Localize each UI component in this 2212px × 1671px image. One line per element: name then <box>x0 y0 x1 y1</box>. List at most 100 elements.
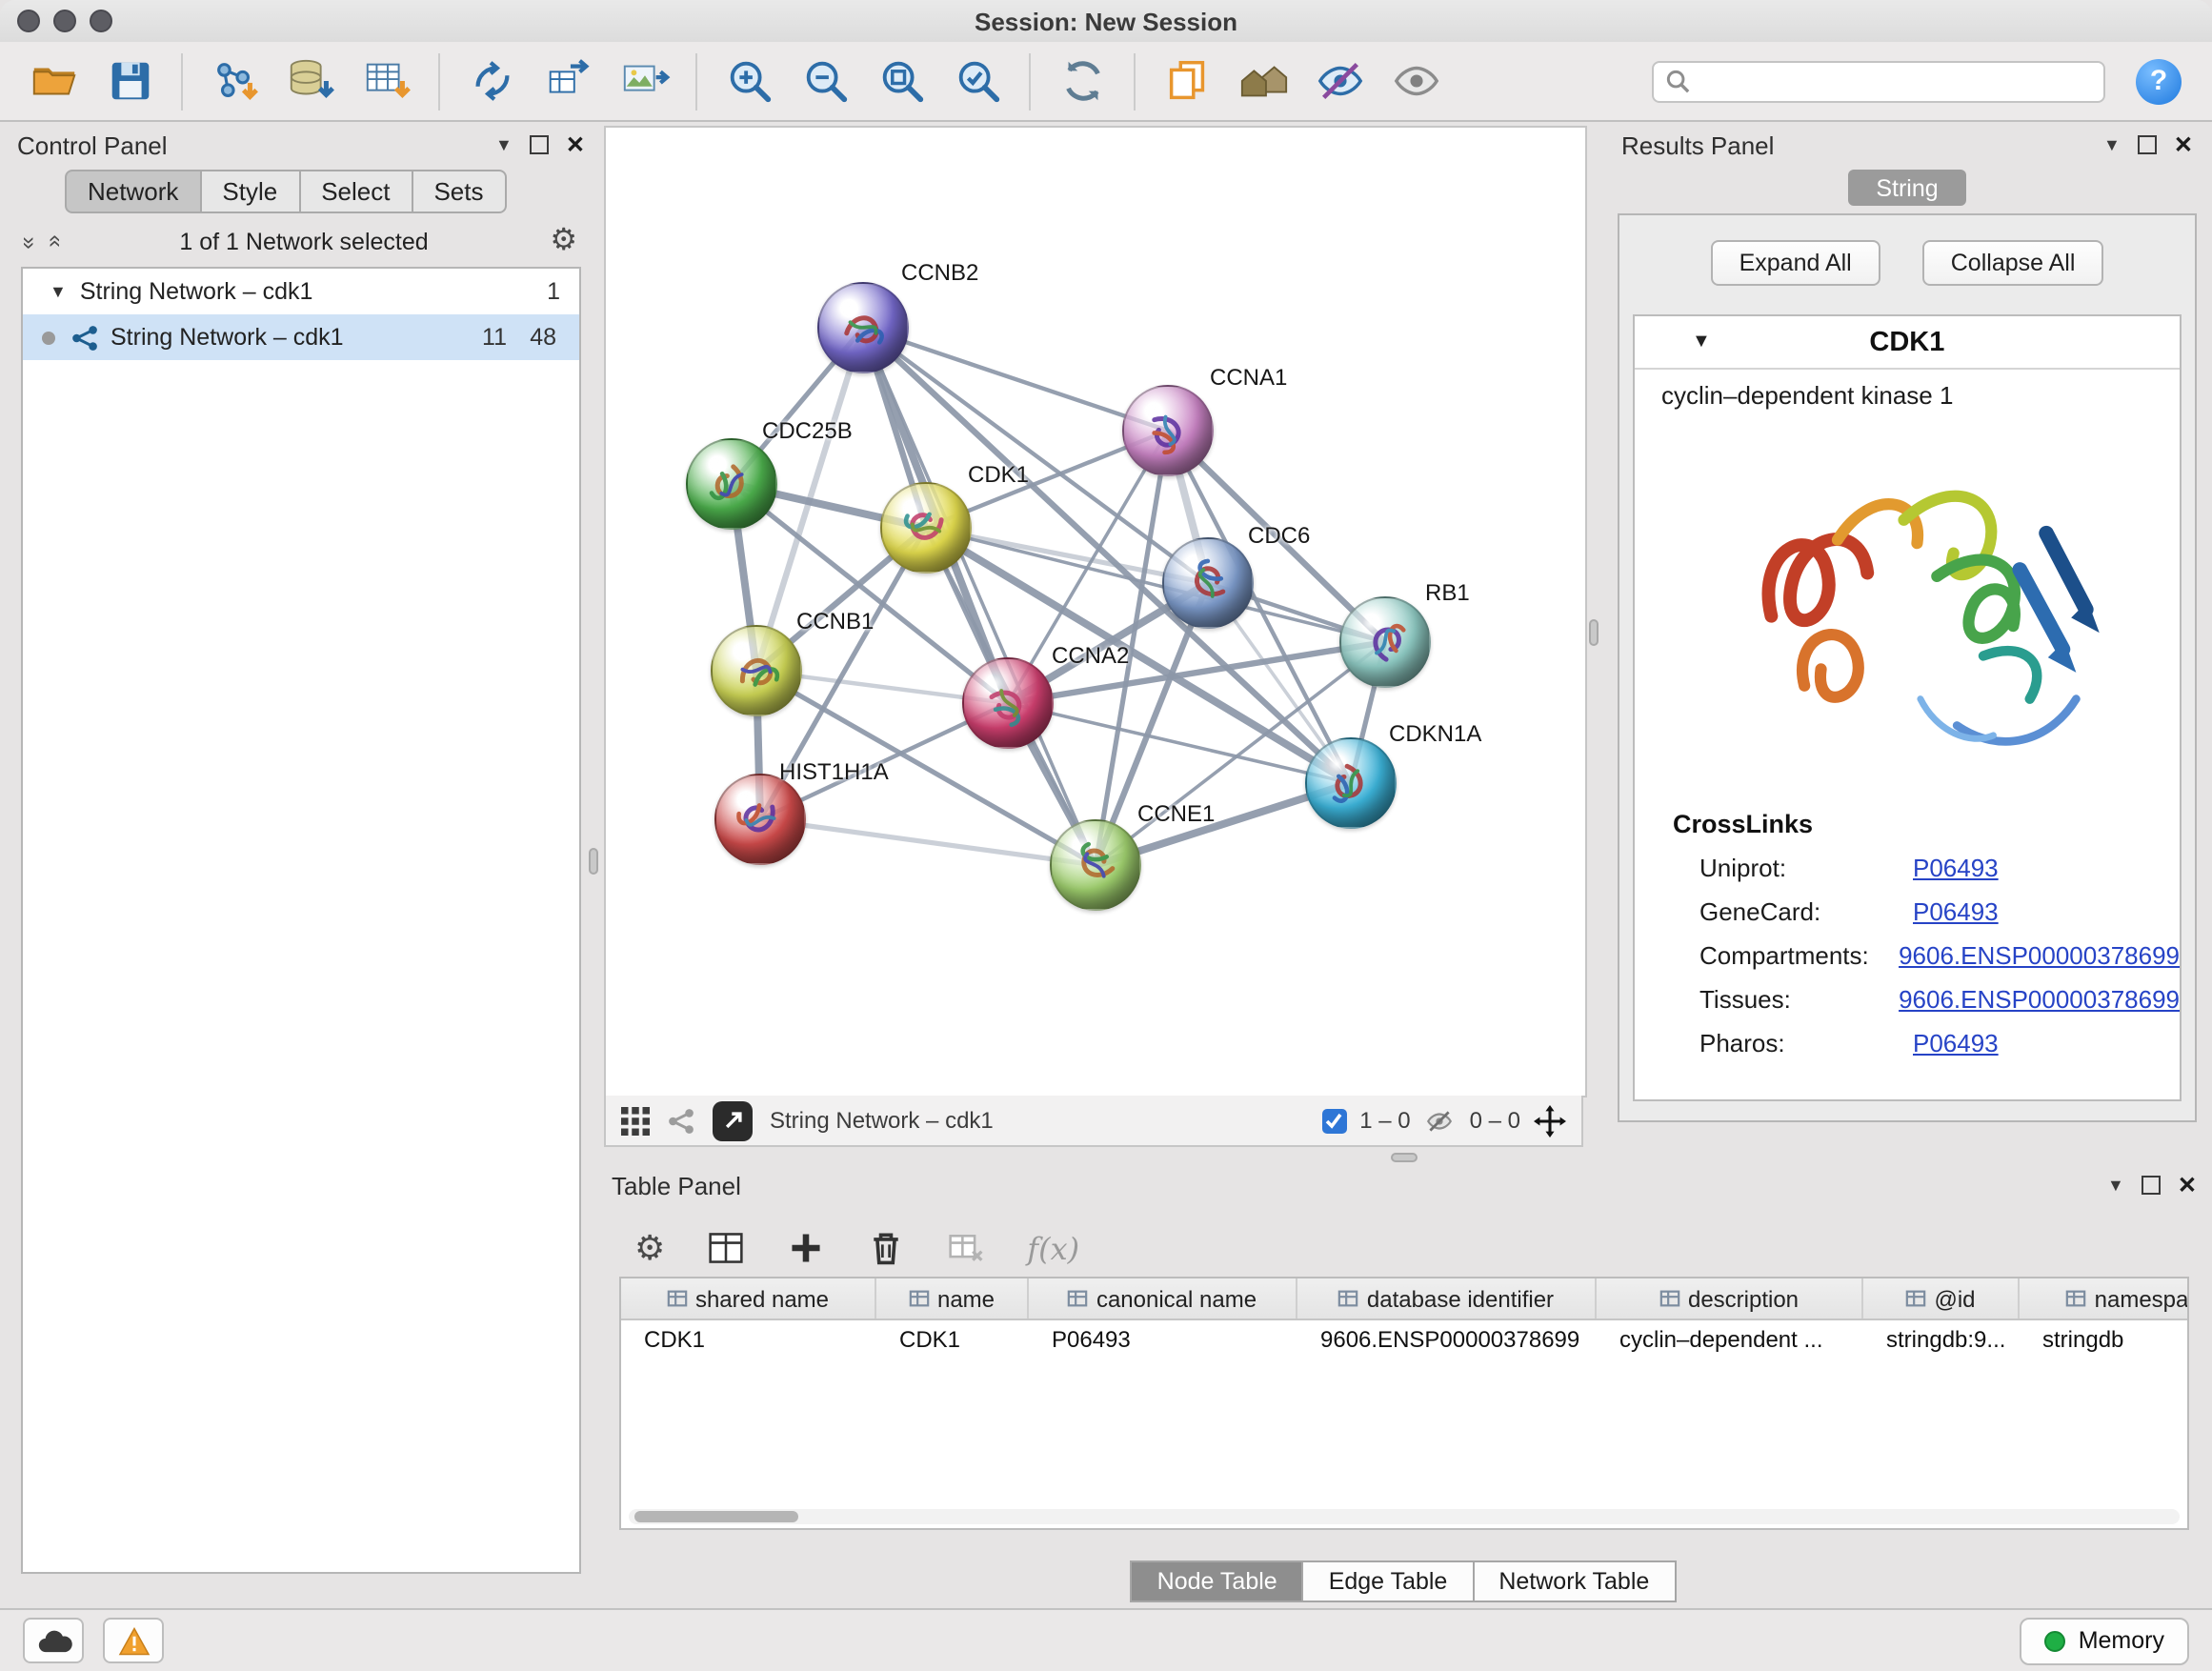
refresh-layout-button[interactable] <box>1048 49 1116 113</box>
minimize-panel-icon[interactable]: ▼ <box>2103 135 2121 154</box>
network-node-hist1h1a[interactable] <box>714 774 806 865</box>
search-input[interactable] <box>1699 66 2092 96</box>
expand-all-networks-icon[interactable]: » <box>39 236 66 247</box>
import-table-from-file-button[interactable] <box>352 49 421 113</box>
network-node-cdkn1a[interactable] <box>1305 737 1397 829</box>
crosslink-link[interactable]: P06493 <box>1913 854 1999 882</box>
column-header-namespac[interactable]: namespac <box>2020 1278 2189 1319</box>
network-node-ccna2[interactable] <box>962 657 1054 749</box>
pan-move-icon[interactable] <box>1534 1104 1566 1137</box>
table-horizontal-scrollbar[interactable] <box>629 1509 2180 1524</box>
network-from-table-button[interactable] <box>533 49 602 113</box>
delete-trash-icon[interactable] <box>867 1229 905 1267</box>
memory-button[interactable]: Memory <box>2020 1617 2189 1664</box>
zoom-out-button[interactable] <box>791 49 859 113</box>
copy-button[interactable] <box>1153 49 1221 113</box>
right-splitter-handle[interactable] <box>1589 619 1599 646</box>
float-panel-icon[interactable] <box>2142 1176 2161 1195</box>
title-bar: Session: New Session <box>0 0 2212 44</box>
add-column-icon[interactable] <box>707 1229 745 1267</box>
network-node-ccna1[interactable] <box>1122 385 1214 476</box>
column-header-database-identifier[interactable]: database identifier <box>1297 1278 1597 1319</box>
network-node-cdc25b[interactable] <box>686 438 777 530</box>
string-results-tab[interactable]: String <box>1848 170 1966 206</box>
tab-select[interactable]: Select <box>298 170 412 213</box>
tab-network-table[interactable]: Network Table <box>1472 1560 1676 1602</box>
crosslink-link[interactable]: P06493 <box>1913 1029 1999 1057</box>
tab-node-table[interactable]: Node Table <box>1131 1560 1304 1602</box>
import-network-from-file-button[interactable] <box>200 49 269 113</box>
tab-edge-table[interactable]: Edge Table <box>1302 1560 1475 1602</box>
expand-all-button[interactable]: Expand All <box>1711 240 1880 286</box>
hide-selected-button[interactable] <box>1305 49 1374 113</box>
export-image-button[interactable] <box>610 49 678 113</box>
close-window-button[interactable] <box>17 10 40 32</box>
network-overview-icon[interactable] <box>667 1106 695 1135</box>
import-network-from-database-button[interactable] <box>276 49 345 113</box>
cloud-status-button[interactable] <box>23 1618 84 1663</box>
tab-network[interactable]: Network <box>65 170 201 213</box>
first-neighbors-button[interactable] <box>1229 49 1297 113</box>
zoom-in-icon <box>723 55 774 107</box>
birds-eye-grid-icon[interactable] <box>621 1106 650 1135</box>
network-node-ccnb1[interactable] <box>711 625 802 716</box>
bottom-splitter-handle[interactable] <box>1391 1153 1418 1162</box>
network-node-cdk1[interactable] <box>880 482 972 574</box>
crosslink-link[interactable]: P06493 <box>1913 897 1999 926</box>
column-icon <box>1659 1288 1680 1309</box>
open-session-button[interactable] <box>19 49 88 113</box>
maximize-window-button[interactable] <box>90 10 112 32</box>
network-node-cdc6[interactable] <box>1162 537 1254 629</box>
collection-label: String Network – cdk1 <box>80 278 313 305</box>
column-header-description[interactable]: description <box>1597 1278 1863 1319</box>
crosslink-link[interactable]: 9606.ENSP00000378699 <box>1899 941 2180 970</box>
minimize-panel-icon[interactable]: ▼ <box>495 135 513 154</box>
selected-checkbox[interactable] <box>1321 1108 1346 1133</box>
network-node-rb1[interactable] <box>1339 596 1431 688</box>
column-header-shared-name[interactable]: shared name <box>621 1278 876 1319</box>
network-options-gear-icon[interactable]: ⚙ <box>550 227 577 257</box>
minimize-panel-icon[interactable]: ▼ <box>2107 1176 2124 1195</box>
close-panel-icon[interactable]: ✕ <box>2178 1172 2197 1198</box>
zoom-fit-button[interactable] <box>867 49 935 113</box>
network-row-selected[interactable]: String Network – cdk1 11 48 <box>23 314 579 360</box>
collection-caret-icon[interactable]: ▼ <box>50 282 67 301</box>
gene-section-caret-icon[interactable]: ▼ <box>1692 332 1711 352</box>
network-node-ccne1[interactable] <box>1050 819 1141 911</box>
left-splitter-handle[interactable] <box>589 848 598 875</box>
column-header-name[interactable]: name <box>876 1278 1029 1319</box>
help-button[interactable]: ? <box>2136 58 2182 104</box>
network-node-ccnb2[interactable] <box>817 282 909 373</box>
zoom-selected-button[interactable] <box>943 49 1012 113</box>
close-panel-icon[interactable]: ✕ <box>2174 131 2193 158</box>
table-options-gear-icon[interactable]: ⚙ <box>634 1231 665 1265</box>
crosslink-row: GeneCard:P06493 <box>1635 890 2180 934</box>
column-header--id[interactable]: @id <box>1863 1278 2020 1319</box>
float-panel-icon[interactable] <box>2138 135 2157 154</box>
show-all-button[interactable] <box>1381 49 1450 113</box>
close-panel-icon[interactable]: ✕ <box>566 131 585 158</box>
open-in-new-window-button[interactable] <box>713 1100 753 1140</box>
toolbar-separator <box>1134 52 1136 110</box>
warnings-button[interactable] <box>103 1618 164 1663</box>
protein-thumbnail <box>1302 735 1398 831</box>
network-canvas[interactable]: CCNB2CCNA1CDC25BCDK1CDC6RB1CCNB1CCNA2CDK… <box>604 126 1587 1097</box>
float-panel-icon[interactable] <box>530 135 549 154</box>
crosslink-link[interactable]: 9606.ENSP00000378699 <box>1899 985 2180 1014</box>
clone-network-button[interactable] <box>457 49 526 113</box>
save-session-button[interactable] <box>95 49 164 113</box>
table-row[interactable]: CDK1CDK1P064939606.ENSP00000378699cyclin… <box>621 1320 2187 1357</box>
node-label-cdk1: CDK1 <box>968 461 1029 488</box>
tab-sets[interactable]: Sets <box>411 170 506 213</box>
add-row-plus-icon[interactable] <box>787 1229 825 1267</box>
results-panel: Results Panel ▼ ✕ String Expand All Coll… <box>1614 126 2201 1157</box>
import-network-icon <box>209 55 260 107</box>
zoom-in-button[interactable] <box>714 49 783 113</box>
tab-style[interactable]: Style <box>199 170 300 213</box>
scrollbar-thumb[interactable] <box>634 1511 798 1522</box>
minimize-window-button[interactable] <box>53 10 76 32</box>
delete-table-icon-disabled <box>947 1229 985 1267</box>
column-header-canonical-name[interactable]: canonical name <box>1029 1278 1297 1319</box>
network-collection-row[interactable]: ▼ String Network – cdk1 1 <box>23 269 579 314</box>
collapse-all-button[interactable]: Collapse All <box>1922 240 2104 286</box>
